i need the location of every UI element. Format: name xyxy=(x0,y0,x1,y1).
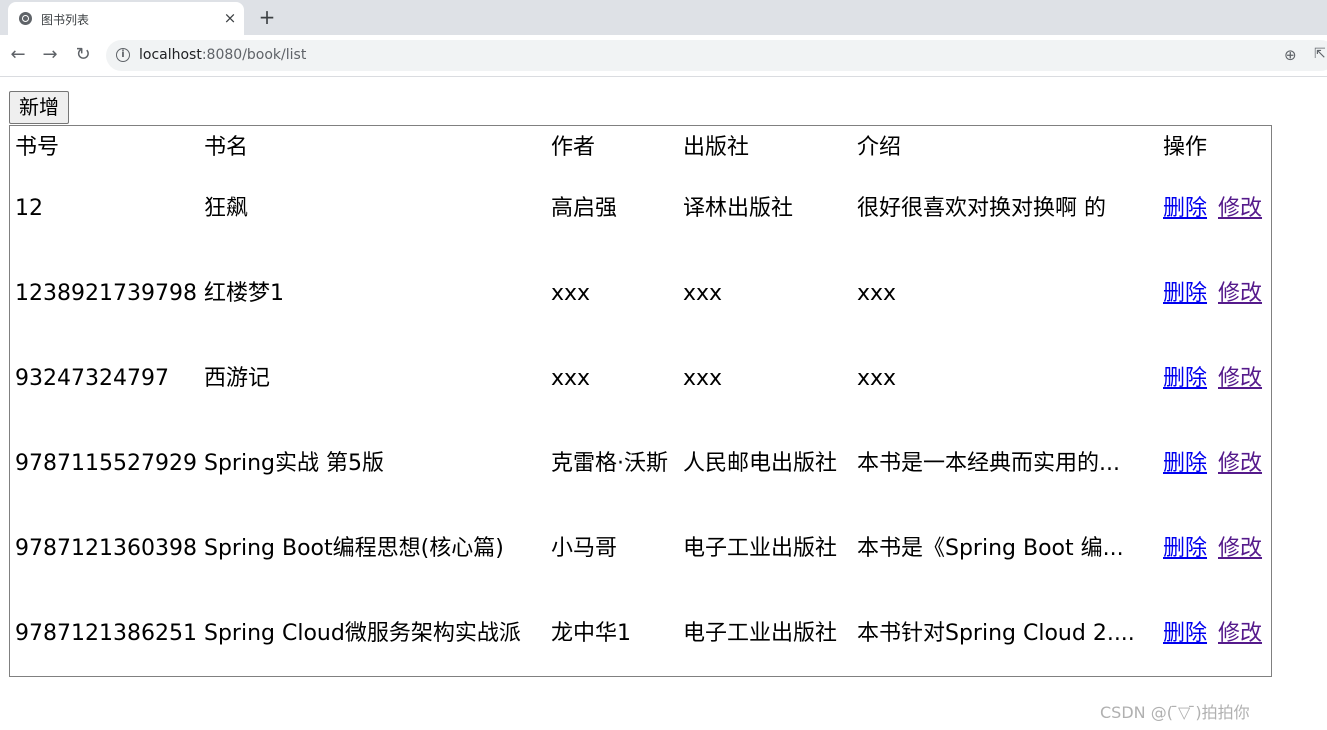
url-path: :8080/book/list xyxy=(201,47,307,63)
delete-link[interactable]: 删除 xyxy=(1163,451,1207,477)
cell-book-name: Spring实战 第5版 xyxy=(204,451,384,476)
header-name: 书名 xyxy=(204,135,249,160)
cell-book-name: 西游记 xyxy=(204,366,271,391)
cell-isbn: 12 xyxy=(15,196,43,221)
url-host: localhost xyxy=(139,47,202,63)
globe-icon xyxy=(19,12,32,25)
header-isbn: 书号 xyxy=(15,135,60,160)
header-actions: 操作 xyxy=(1163,135,1208,160)
cell-book-name: 红楼梦1 xyxy=(204,281,284,306)
delete-link[interactable]: 删除 xyxy=(1163,536,1207,562)
close-tab-icon[interactable]: × xyxy=(220,8,240,28)
header-author: 作者 xyxy=(551,135,596,160)
edit-link[interactable]: 修改 xyxy=(1218,196,1262,222)
cell-publisher: 译林出版社 xyxy=(683,196,794,221)
cell-author: xxx xyxy=(551,281,591,306)
cell-isbn: 9787121360398 xyxy=(15,536,197,561)
share-icon[interactable]: ⇱ xyxy=(1314,46,1326,62)
cell-intro: 本书是《Spring Boot 编... xyxy=(857,536,1124,561)
cell-author: 高启强 xyxy=(551,196,618,221)
edit-link[interactable]: 修改 xyxy=(1218,621,1262,647)
zoom-icon[interactable]: ⊕ xyxy=(1284,46,1297,64)
cell-publisher: 人民邮电出版社 xyxy=(683,451,838,476)
cell-publisher: 电子工业出版社 xyxy=(683,621,838,646)
cell-intro: 本书针对Spring Cloud 2.... xyxy=(857,621,1135,646)
cell-publisher: xxx xyxy=(683,281,723,306)
cell-author: 克雷格·沃斯 xyxy=(551,451,668,476)
cell-publisher: xxx xyxy=(683,366,723,391)
cell-book-name: Spring Boot编程思想(核心篇) xyxy=(204,536,504,561)
cell-book-name: Spring Cloud微服务架构实战派 xyxy=(204,621,521,646)
edit-link[interactable]: 修改 xyxy=(1218,451,1262,477)
add-book-button[interactable]: 新增 xyxy=(9,91,69,124)
cell-author: 龙中华1 xyxy=(551,621,631,646)
header-publisher: 出版社 xyxy=(683,135,750,160)
reload-icon[interactable]: ↻ xyxy=(71,43,95,67)
delete-link[interactable]: 删除 xyxy=(1163,366,1207,392)
edit-link[interactable]: 修改 xyxy=(1218,536,1262,562)
tab-strip: 图书列表 × + xyxy=(0,0,1327,35)
forward-icon[interactable]: → xyxy=(38,43,62,67)
cell-isbn: 93247324797 xyxy=(15,366,169,391)
delete-link[interactable]: 删除 xyxy=(1163,621,1207,647)
edit-link[interactable]: 修改 xyxy=(1218,366,1262,392)
header-intro: 介绍 xyxy=(857,135,902,160)
cell-author: xxx xyxy=(551,366,591,391)
csdn-watermark: CSDN @( ̄▽ ̄)拍拍你 xyxy=(1100,703,1250,722)
browser-tab[interactable]: 图书列表 × xyxy=(8,2,244,35)
cell-book-name: 狂飙 xyxy=(204,196,249,221)
new-tab-icon[interactable]: + xyxy=(256,6,278,28)
cell-isbn: 9787121386251 xyxy=(15,621,197,646)
delete-link[interactable]: 删除 xyxy=(1163,281,1207,307)
cell-intro: xxx xyxy=(857,281,897,306)
url-text[interactable]: localhost:8080/book/list xyxy=(139,47,306,63)
delete-link[interactable]: 删除 xyxy=(1163,196,1207,222)
cell-isbn: 9787115527929 xyxy=(15,451,197,476)
edit-link[interactable]: 修改 xyxy=(1218,281,1262,307)
cell-publisher: 电子工业出版社 xyxy=(683,536,838,561)
browser-toolbar: ← → ↻ i localhost:8080/book/list ⊕ ⇱ xyxy=(0,35,1327,77)
info-icon[interactable]: i xyxy=(116,48,130,62)
cell-isbn: 1238921739798 xyxy=(15,281,197,306)
tab-title: 图书列表 xyxy=(41,13,90,27)
cell-author: 小马哥 xyxy=(551,536,618,561)
cell-intro: 本书是一本经典而实用的... xyxy=(857,451,1120,476)
address-bar[interactable]: i localhost:8080/book/list ⊕ ⇱ xyxy=(106,40,1327,71)
cell-intro: xxx xyxy=(857,366,897,391)
cell-intro: 很好很喜欢对换对换啊 的 xyxy=(857,196,1106,221)
back-icon[interactable]: ← xyxy=(6,43,30,67)
